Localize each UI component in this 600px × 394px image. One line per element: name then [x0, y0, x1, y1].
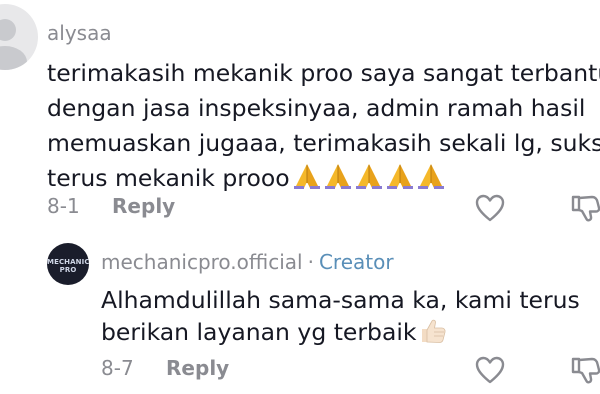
avatar-logo-text: MECHANIC PRO	[47, 258, 89, 274]
reply-text-fragment: berikan layanan yg terbaik	[101, 318, 417, 346]
comment-username[interactable]: alysaa	[47, 21, 112, 45]
comment-text-line: dengan jasa inspeksinyaa, admin ramah ha…	[47, 94, 586, 122]
folded-hands-emoji	[293, 164, 320, 189]
reply-date: 8-7	[101, 356, 134, 380]
creator-avatar[interactable]: MECHANIC PRO	[47, 243, 89, 285]
heart-icon	[475, 194, 505, 222]
folded-hands-emoji	[386, 164, 413, 189]
reply-text-line-last: berikan layanan yg terbaik	[101, 316, 580, 348]
comment-date: 8-1	[47, 194, 80, 218]
folded-hands-emoji	[355, 164, 382, 189]
reply-username[interactable]: mechanicpro.official	[101, 250, 303, 274]
reply-meta: 8-7 Reply	[101, 356, 229, 380]
reply-button[interactable]: Reply	[166, 356, 229, 380]
like-button[interactable]	[474, 193, 506, 223]
comment-text-fragment: terus mekanik prooo	[47, 164, 290, 192]
default-avatar-icon	[0, 19, 27, 70]
folded-hands-emoji	[417, 164, 444, 189]
like-button[interactable]	[474, 355, 506, 385]
comment-text-line: terimakasih mekanik proo saya sangat ter…	[47, 59, 600, 87]
folded-hands-emoji	[324, 164, 351, 189]
reply-text: Alhamdulillah sama-sama ka, kami terus b…	[101, 284, 580, 348]
dislike-button[interactable]	[570, 355, 600, 385]
thumbs-down-icon	[571, 357, 600, 384]
thumbs-down-icon	[571, 195, 600, 222]
reply-header: mechanicpro.official · Creator	[101, 250, 394, 274]
avatar[interactable]	[0, 4, 38, 70]
comments-screen: alysaa terimakasih mekanik proo saya san…	[0, 0, 600, 394]
heart-icon	[475, 356, 505, 384]
reply-text-line: Alhamdulillah sama-sama ka, kami terus	[101, 286, 580, 314]
dislike-button[interactable]	[570, 193, 600, 223]
thumbs-up-emoji	[421, 319, 446, 343]
separator-dot: ·	[307, 250, 314, 274]
comment-meta: 8-1 Reply	[47, 194, 175, 222]
comment-text-line: memuaskan jugaaa, terimakasih sekali lg,…	[47, 129, 600, 157]
reply-button[interactable]: Reply	[112, 194, 175, 218]
creator-badge: Creator	[318, 250, 394, 274]
comment-text: terimakasih mekanik proo saya sangat ter…	[47, 56, 600, 200]
emoji-row	[292, 162, 447, 200]
